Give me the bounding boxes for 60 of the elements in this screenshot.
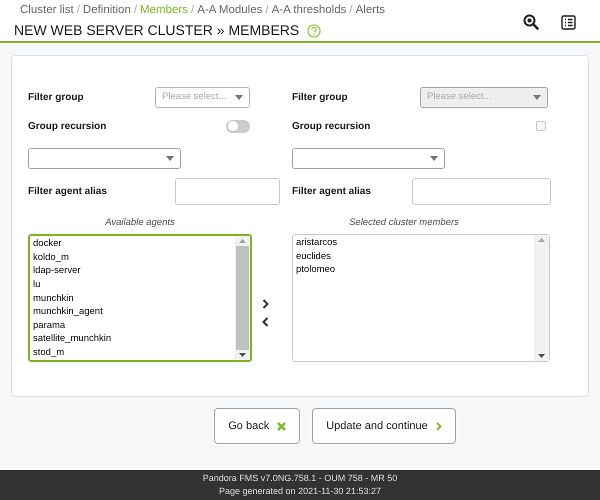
- field-label: Group recursion: [28, 120, 106, 134]
- list-option[interactable]: ptolomeo: [296, 263, 534, 278]
- field-label: Filter group: [292, 90, 348, 104]
- field-label: Filter group: [28, 90, 84, 104]
- footer-text: Pandora FMS v7.0NG.758.1 - OUM 758 - MR 50: [202, 472, 398, 485]
- breadcrumb-separator: /: [265, 3, 269, 18]
- alias-input[interactable]: [412, 178, 551, 205]
- list-option[interactable]: satellite_munchkin: [33, 332, 235, 346]
- list-title: Available agents: [104, 216, 176, 230]
- list-option[interactable]: aristarcos: [296, 236, 534, 250]
- zoom-icon[interactable]: [523, 14, 539, 30]
- scroll-up-icon[interactable]: [239, 239, 246, 244]
- back-button[interactable]: Go back: [214, 408, 300, 444]
- chevron-right-icon: [436, 422, 442, 430]
- scrollbar[interactable]: [534, 235, 549, 362]
- caret-icon: [430, 156, 438, 161]
- list-option[interactable]: stod_m: [33, 346, 235, 360]
- scroll-up-icon[interactable]: [538, 238, 545, 242]
- toggle-switch[interactable]: [226, 120, 250, 132]
- list-option[interactable]: munchkin_agent: [33, 305, 235, 319]
- scroll-down-icon[interactable]: [538, 354, 545, 358]
- breadcrumb-separator: /: [190, 3, 194, 18]
- field-label: Filter agent alias: [292, 185, 371, 199]
- list-option[interactable]: koldo_m: [33, 250, 235, 264]
- list-option[interactable]: euclides: [296, 250, 534, 264]
- caret-icon: [235, 94, 243, 100]
- scroll-down-icon[interactable]: [239, 353, 246, 358]
- footer-text: Page generated on 2021-11-30 21:53:27: [219, 485, 381, 498]
- checkbox[interactable]: [536, 121, 546, 131]
- close-icon: [277, 422, 286, 430]
- move-right-icon[interactable]: [262, 299, 268, 310]
- breadcrumb-link[interactable]: Cluster list: [20, 2, 74, 20]
- agent-select[interactable]: [292, 148, 445, 169]
- breadcrumb-separator: /: [349, 3, 353, 18]
- list-icon[interactable]: [561, 14, 576, 30]
- caret-icon: [533, 94, 541, 100]
- breadcrumb-separator: /: [76, 3, 80, 18]
- breadcrumb-link[interactable]: A-A thresholds: [272, 2, 346, 20]
- alias-input[interactable]: [175, 178, 280, 205]
- page-title: NEW WEB SERVER CLUSTER » MEMBERS: [14, 21, 300, 40]
- list-option[interactable]: ldap-server: [33, 264, 235, 278]
- field-label: Filter agent alias: [28, 185, 107, 199]
- agent-select[interactable]: [28, 148, 181, 169]
- update-button[interactable]: Update and continue: [312, 408, 456, 444]
- caret-icon: [166, 156, 174, 161]
- breadcrumb-separator: /: [134, 3, 138, 18]
- list-option[interactable]: parama: [33, 318, 235, 332]
- scrollbar[interactable]: [235, 236, 250, 360]
- breadcrumb-link[interactable]: Definition: [82, 2, 131, 20]
- breadcrumb-link[interactable]: A-A Modules: [197, 2, 262, 20]
- list-option[interactable]: lu: [33, 278, 235, 292]
- move-left-icon[interactable]: [262, 317, 268, 328]
- agent-listbox[interactable]: docker koldo_m ldap-server lu munchkin munchkin_agent parama satellite_munchkin stod_m: [28, 234, 252, 362]
- help-icon[interactable]: [307, 24, 322, 38]
- field-label: Group recursion: [292, 120, 370, 134]
- agent-listbox[interactable]: aristarcos euclides ptolomeo: [292, 234, 550, 362]
- breadcrumb-link[interactable]: Alerts: [356, 2, 385, 20]
- list-option[interactable]: docker: [33, 237, 235, 251]
- list-title: Selected cluster members: [348, 216, 460, 230]
- list-option[interactable]: munchkin: [33, 292, 235, 306]
